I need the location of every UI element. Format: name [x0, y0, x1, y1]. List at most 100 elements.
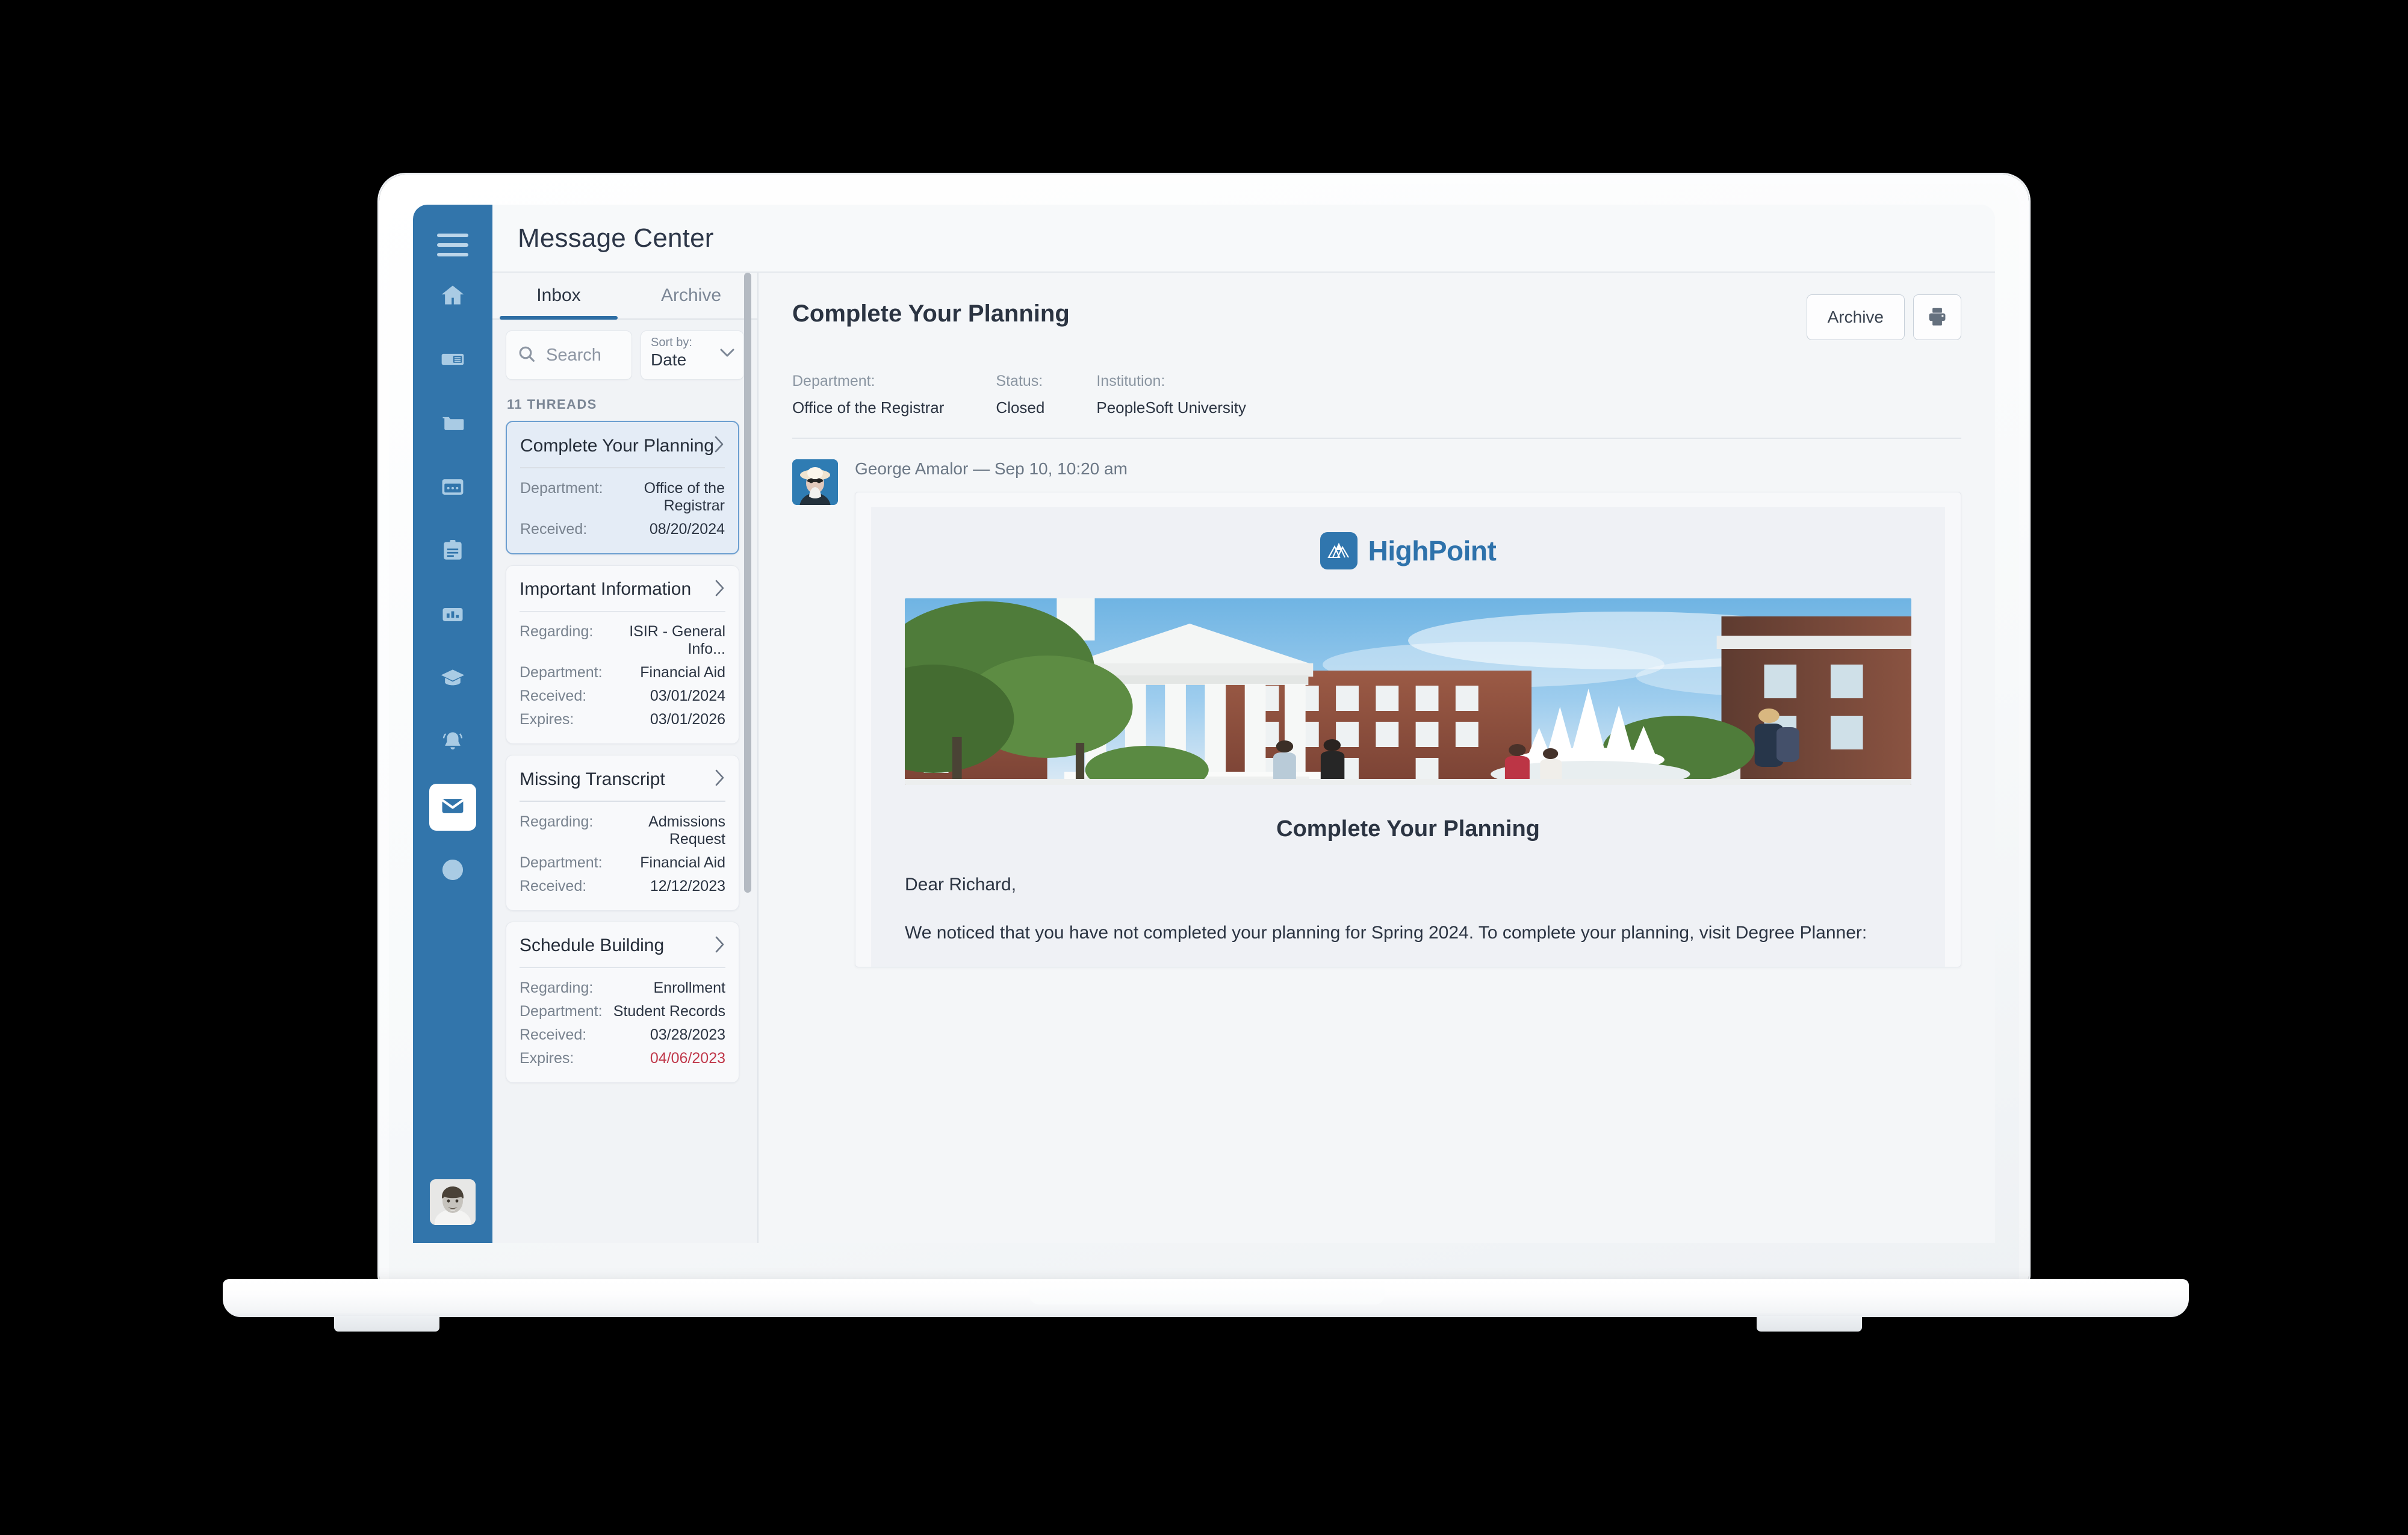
- sidebar-item-messages[interactable]: [429, 784, 476, 831]
- meta-key: Received:: [520, 520, 588, 538]
- chevron-right-icon[interactable]: [715, 935, 725, 957]
- email-inner: HighPoint Complete Your Planning Dear Ri…: [871, 507, 1945, 967]
- clipboard-icon: [439, 538, 466, 567]
- message-sender: George Amalor — Sep 10, 10:20 am: [855, 459, 1128, 478]
- thread-meta-row: Department: Financial Aid: [520, 661, 725, 684]
- content-row: Inbox Archive Search Sort by: Date 11 TH…: [492, 273, 1995, 1243]
- thread-title: Complete Your Planning: [520, 435, 714, 456]
- meta-value: 03/01/2024: [650, 687, 725, 704]
- detail-header: Complete Your Planning Archive: [792, 294, 1961, 340]
- sidebar-item-tasks[interactable]: [429, 529, 476, 575]
- thread-meta-row: Regarding: ISIR - General Info...: [520, 620, 725, 661]
- meta-key: Regarding:: [520, 979, 594, 996]
- thread-title: Important Information: [520, 579, 692, 599]
- meta-value: 03/28/2023: [650, 1026, 725, 1043]
- thread-meta-row: Department: Office of the Registrar: [520, 477, 725, 518]
- detail-meta: Department: Office of the Registrar Stat…: [792, 373, 1961, 417]
- table-row[interactable]: Schedule Building Regarding: Enrollment: [506, 921, 739, 1083]
- meta-value: 04/06/2023: [650, 1050, 725, 1067]
- sidebar-item-home[interactable]: [429, 273, 476, 320]
- sort-by-select[interactable]: Sort by: Date: [641, 330, 744, 380]
- meta-key: Received:: [520, 1026, 587, 1043]
- avatar[interactable]: [430, 1179, 476, 1225]
- meta-key: Department:: [520, 479, 603, 497]
- detail-actions: Archive: [1806, 294, 1961, 340]
- hamburger-icon[interactable]: [437, 234, 468, 256]
- sidebar-item-calendar[interactable]: [429, 465, 476, 512]
- sidebar-item-folders[interactable]: [429, 401, 476, 448]
- chevron-down-icon: [719, 348, 735, 358]
- sidebar-item-academics[interactable]: [429, 656, 476, 703]
- table-row[interactable]: Missing Transcript Regarding: Admissions…: [506, 755, 739, 911]
- meta-value: 03/01/2026: [650, 711, 725, 728]
- thread-header: Important Information: [520, 579, 725, 611]
- divider: [520, 967, 725, 968]
- main-area: Message Center Inbox Archive Search Sort…: [492, 205, 1995, 1243]
- tab-inbox-label: Inbox: [536, 285, 581, 305]
- brand-logo: HighPoint: [871, 532, 1945, 569]
- status-badge: Closed: [996, 398, 1045, 417]
- meta-key: Department:: [792, 373, 875, 389]
- printer-icon: [1926, 305, 1949, 330]
- table-row[interactable]: Complete Your Planning Department: Offic…: [506, 421, 739, 554]
- scrollbar[interactable]: [744, 273, 751, 893]
- message-block: George Amalor — Sep 10, 10:20 am HighPoi…: [792, 459, 1961, 967]
- message-detail-panel: Complete Your Planning Archive Departmen…: [759, 273, 1995, 1243]
- laptop-foot-right: [1757, 1316, 1862, 1332]
- laptop-foot-left: [334, 1316, 439, 1332]
- meta-key: Regarding:: [520, 623, 594, 640]
- thread-list: Complete Your Planning Department: Offic…: [492, 421, 757, 1243]
- tab-archive[interactable]: Archive: [625, 273, 757, 318]
- news-icon: [439, 346, 466, 376]
- tab-inbox[interactable]: Inbox: [492, 273, 625, 320]
- meta-key: Institution:: [1096, 373, 1165, 389]
- table-row[interactable]: Important Information Regarding: ISIR - …: [506, 565, 739, 744]
- sidebar-item-reports[interactable]: [429, 592, 476, 639]
- brand-name: HighPoint: [1368, 535, 1497, 566]
- detail-meta-item: Department: Office of the Registrar: [792, 373, 944, 417]
- laptop-device: Message Center Inbox Archive Search Sort…: [0, 0, 2408, 1535]
- meta-value: Admissions Request: [648, 813, 725, 848]
- sidebar-rail: [413, 205, 492, 1243]
- meta-value: Student Records: [613, 1003, 725, 1020]
- meta-key: Received:: [520, 687, 587, 704]
- thread-title: Missing Transcript: [520, 769, 665, 789]
- meta-value: 08/20/2024: [649, 520, 725, 538]
- tab-archive-label: Archive: [660, 285, 722, 305]
- chevron-right-icon[interactable]: [715, 769, 725, 790]
- sender-avatar: [792, 459, 838, 505]
- divider: [520, 467, 725, 468]
- chevron-right-icon[interactable]: [714, 435, 725, 456]
- divider: [520, 610, 725, 612]
- thread-meta-row: Department: Financial Aid: [520, 851, 725, 875]
- meta-value: Enrollment: [653, 979, 726, 996]
- chevron-right-icon[interactable]: [715, 579, 725, 600]
- mountain-peaks-icon: [1320, 532, 1358, 569]
- sidebar-item-notifications[interactable]: [429, 720, 476, 767]
- meta-key: Department:: [520, 854, 603, 871]
- meta-value: Financial Aid: [640, 854, 725, 871]
- print-button[interactable]: [1913, 294, 1961, 340]
- search-input[interactable]: [546, 345, 621, 365]
- thread-title: Schedule Building: [520, 935, 665, 955]
- thread-meta-row: Received: 03/01/2024: [520, 684, 725, 708]
- search-box[interactable]: [506, 330, 632, 380]
- page-title: Message Center: [518, 223, 714, 253]
- meta-value: PeopleSoft University: [1096, 398, 1246, 417]
- email-paragraph-1: We noticed that you have not completed y…: [905, 923, 1867, 943]
- email-body: Complete Your Planning Dear Richard, We …: [871, 816, 1945, 967]
- archive-button[interactable]: Archive: [1806, 294, 1905, 340]
- divider: [520, 801, 725, 802]
- threads-count: 11 THREADS: [507, 397, 597, 412]
- meta-value: 12/12/2023: [650, 877, 725, 895]
- laptop-screen: Message Center Inbox Archive Search Sort…: [413, 205, 1995, 1243]
- thread-header: Schedule Building: [520, 935, 725, 967]
- email-card: HighPoint Complete Your Planning Dear Ri…: [855, 492, 1961, 967]
- chart-icon: [439, 601, 466, 631]
- meta-key: Status:: [996, 373, 1043, 389]
- globe-icon: [439, 857, 466, 886]
- sidebar-item-resources[interactable]: [429, 848, 476, 895]
- sidebar-item-news[interactable]: [429, 337, 476, 384]
- mail-icon: [439, 793, 466, 822]
- thread-meta-row: Received: 08/20/2024: [520, 518, 725, 541]
